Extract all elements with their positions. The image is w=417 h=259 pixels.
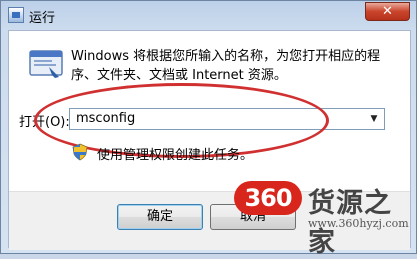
watermark: 360 货源之家 www.360hyzj.com (234, 177, 414, 258)
ok-button[interactable]: 确定 (117, 204, 203, 230)
title-bar[interactable]: 运行 ✕ (1, 1, 416, 29)
shield-icon (72, 143, 88, 161)
admin-note: 使用管理权限创建此任务。 (97, 148, 254, 163)
window-title: 运行 (29, 11, 56, 26)
dropdown-arrow-icon[interactable]: ▼ (366, 111, 382, 127)
close-button[interactable]: ✕ (365, 2, 410, 21)
run-app-icon (8, 7, 24, 23)
watermark-url: www.360hyzj.com (308, 217, 409, 230)
close-icon: ✕ (382, 4, 393, 19)
description-text: Windows 将根据您所输入的名称，为您打开相应的程序、文件夹、文档或 Int… (71, 49, 381, 83)
open-combobox[interactable]: msconfig ▼ (69, 108, 385, 130)
open-input-value[interactable]: msconfig (76, 111, 135, 126)
run-dialog: 运行 ✕ Windows 将根据您所输入的名称，为您打开相应的程序、文件夹、文档… (0, 0, 417, 258)
run-program-icon (29, 50, 63, 78)
watermark-badge: 360 (234, 181, 302, 215)
open-label: 打开(O): (19, 115, 70, 130)
